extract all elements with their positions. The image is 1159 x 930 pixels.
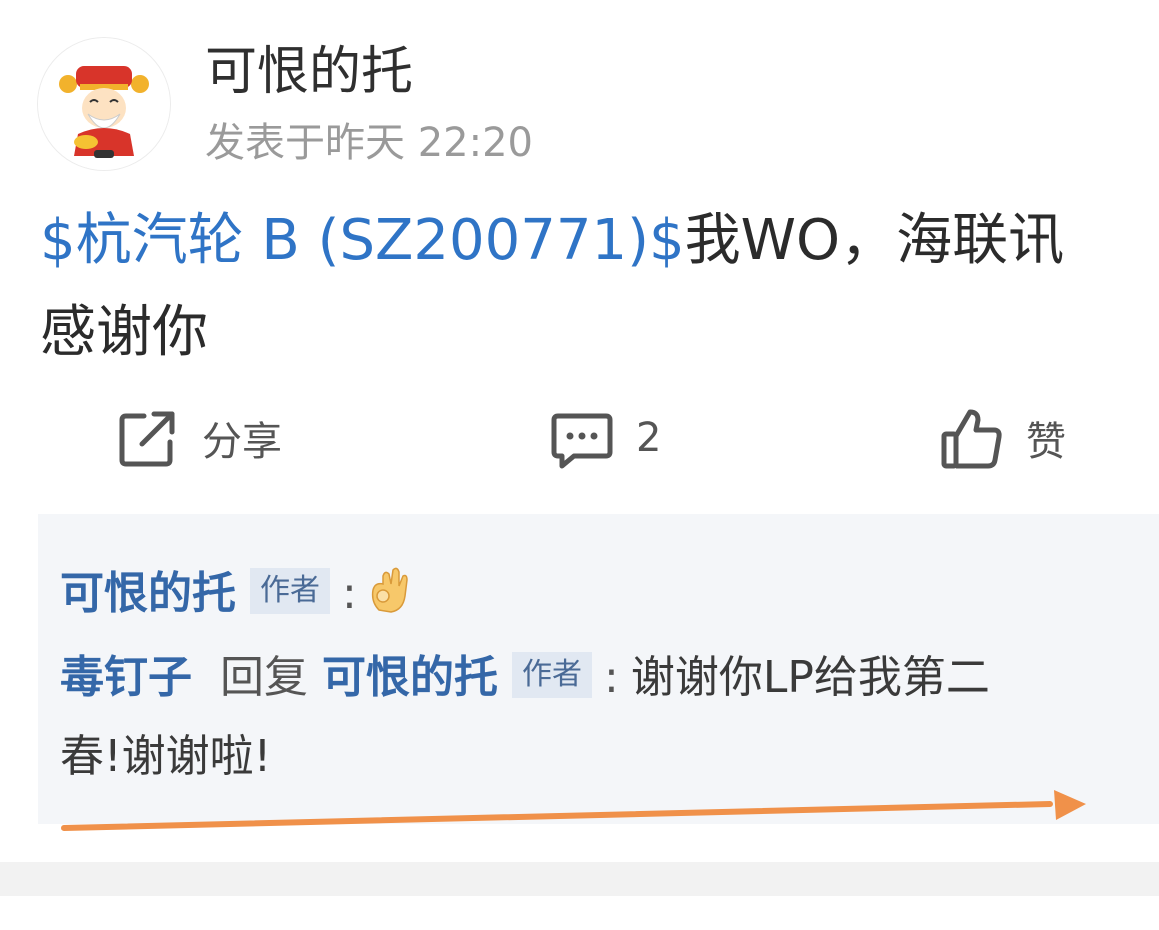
share-label: 分享 [202, 419, 282, 465]
stock-link[interactable]: $杭汽轮 B (SZ200771)$ [40, 208, 685, 273]
comment-icon [551, 413, 613, 469]
section-divider [0, 862, 1159, 896]
post-body: $杭汽轮 B (SZ200771)$我WO，海联讯 感谢你 [40, 195, 1140, 379]
post-text-line-2: 感谢你 [40, 300, 208, 365]
comment-item[interactable]: 可恨的托 作者: [60, 556, 413, 632]
comment-button[interactable]: 2 [550, 400, 661, 476]
comment-username[interactable]: 毒钉子 [60, 652, 192, 703]
reply-to-username[interactable]: 可恨的托 [322, 652, 498, 703]
arrow-annotation-icon [61, 790, 1086, 831]
thumbs-up-icon [941, 409, 1002, 469]
comment-text: 谢谢你LP给我第二 [630, 652, 990, 703]
comment-username[interactable]: 可恨的托 [60, 568, 236, 619]
share-icon [119, 411, 175, 467]
post-timestamp: 发表于昨天 22:20 [205, 120, 533, 166]
author-name[interactable]: 可恨的托 [205, 40, 413, 104]
comment-colon: : [342, 568, 357, 619]
comment-text-line-2: 春!谢谢啦! [60, 731, 272, 782]
share-button[interactable]: 分享 [116, 400, 282, 476]
reply-word: 回复 [220, 652, 308, 703]
like-label: 赞 [1026, 419, 1066, 465]
comment-colon: : [604, 652, 619, 703]
like-button[interactable]: 赞 [940, 400, 1066, 476]
ok-hand-emoji-icon [371, 567, 408, 613]
author-badge: 作者 [250, 568, 330, 614]
author-badge: 作者 [512, 652, 592, 698]
fortune-god-avatar-icon [38, 38, 170, 170]
avatar[interactable] [38, 38, 170, 170]
comment-item[interactable]: 毒钉子 回复 可恨的托 作者: 谢谢你LP给我第二 [60, 640, 990, 716]
comment-count: 2 [636, 415, 662, 461]
post-text: 我WO，海联讯 [684, 208, 1065, 273]
comment-list: 可恨的托 作者: 毒钉子 回复 可恨的托 作者: 谢谢你LP给我第二 春!谢谢啦! [38, 514, 1159, 824]
